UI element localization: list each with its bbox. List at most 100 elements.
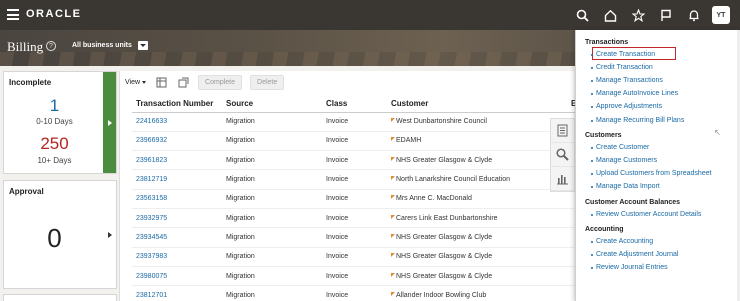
transaction-number-link[interactable]: 23961823 xyxy=(132,150,222,171)
col-class[interactable]: Class xyxy=(322,95,387,113)
flag-marker-icon xyxy=(391,291,395,296)
nav-link[interactable]: Create Accounting xyxy=(590,238,653,245)
table-row[interactable]: 23934545 Migration Invoice NHS Greater Glas… xyxy=(132,227,602,248)
transaction-number-link[interactable]: 23812719 xyxy=(132,169,222,190)
home-icon[interactable] xyxy=(600,5,620,25)
class-cell: Invoice xyxy=(322,247,387,267)
view-menu[interactable]: View xyxy=(125,79,147,86)
delete-button[interactable]: Delete xyxy=(250,74,285,90)
table-row[interactable]: 22416633 Migration Invoice West Dunbartonsh… xyxy=(132,112,602,132)
expand-tile-button[interactable] xyxy=(103,72,116,173)
transaction-number-link[interactable]: 23563158 xyxy=(132,189,222,209)
table-row[interactable]: 23563158 Migration Invoice Mrs Anne C. MacD… xyxy=(132,189,602,209)
incomplete-count-0-10[interactable]: 1 xyxy=(4,96,105,116)
nav-link[interactable]: Review Journal Entries xyxy=(591,264,668,271)
freeze-icon[interactable] xyxy=(154,75,168,89)
help-icon[interactable]: ? xyxy=(46,41,56,51)
menu-icon[interactable] xyxy=(7,9,19,20)
flag-marker-icon xyxy=(391,156,395,161)
user-avatar[interactable]: YT xyxy=(712,6,730,24)
nav-link[interactable]: Review Customer Account Details xyxy=(590,211,701,218)
source-cell: Migration xyxy=(222,150,322,171)
col-source[interactable]: Source xyxy=(222,95,322,113)
nav-link[interactable]: Manage Data Import xyxy=(591,183,660,190)
chevron-right-icon xyxy=(107,119,112,126)
nav-link[interactable]: Manage Transactions xyxy=(591,77,663,84)
approval-tile[interactable]: Approval 0 xyxy=(3,180,117,289)
document-icon[interactable] xyxy=(551,119,574,143)
transaction-number-link[interactable]: 23932975 xyxy=(132,208,222,229)
nav-section-title: Accounting xyxy=(585,226,624,234)
class-cell: Invoice xyxy=(322,189,387,209)
customer-cell: EDAMH xyxy=(387,131,567,152)
nav-link[interactable]: Manage Customers xyxy=(590,157,657,164)
detach-icon[interactable] xyxy=(176,75,190,89)
source-cell: Migration xyxy=(222,208,322,229)
nav-link[interactable]: Manage Recurring Bill Plans xyxy=(590,117,684,124)
table-toolbar: View Complete Delete xyxy=(120,71,575,93)
nav-link[interactable]: Create Customer xyxy=(590,144,649,151)
class-cell: Invoice xyxy=(322,266,387,287)
transaction-number-link[interactable]: 23934545 xyxy=(132,227,222,248)
bell-icon[interactable] xyxy=(684,5,704,25)
search-icon[interactable] xyxy=(572,5,592,25)
table-row[interactable]: 23980075 Migration Invoice NHS Greater Glas… xyxy=(132,266,602,287)
flag-marker-icon xyxy=(391,118,395,123)
incomplete-tile[interactable]: Incomplete 1 0-10 Days 250 10+ Days xyxy=(3,71,117,174)
customer-cell: Carers Link East Dunbartonshire xyxy=(387,208,567,229)
complete-button[interactable]: Complete xyxy=(198,74,243,90)
search-icon[interactable] xyxy=(551,143,574,167)
table-row[interactable]: 23937983 Migration Invoice NHS Greater Glas… xyxy=(132,247,602,267)
class-cell: Invoice xyxy=(322,150,387,171)
class-cell: Invoice xyxy=(322,285,387,301)
customer-name: NHS Greater Glasgow & Clyde xyxy=(396,233,493,241)
nav-link[interactable]: Manage AutoInvoice Lines xyxy=(590,90,678,97)
incomplete-count-10-plus[interactable]: 250 xyxy=(4,134,105,154)
navigator-drawer: ↖ Transactions Create Transaction Credit T… xyxy=(575,30,740,301)
customer-cell: NHS Greater Glasgow & Clyde xyxy=(387,247,567,267)
customer-name: Carers Link East Dunbartonshire xyxy=(396,214,498,222)
transactions-table: Transaction Number Source Class Customer… xyxy=(132,95,602,301)
table-row[interactable]: 23812719 Migration Invoice North Lanarkshir… xyxy=(132,169,602,190)
table-row[interactable]: 23966932 Migration Invoice EDAMH xyxy=(132,131,602,152)
col-transaction-number[interactable]: Transaction Number xyxy=(132,95,222,113)
transaction-number-link[interactable]: 23812701 xyxy=(132,285,222,301)
business-unit-dropdown[interactable] xyxy=(138,41,148,50)
next-tile[interactable] xyxy=(3,294,117,301)
flag-marker-icon xyxy=(391,253,395,258)
nav-link[interactable]: Upload Customers from Spreadsheet xyxy=(591,170,712,177)
nav-link[interactable]: Approve Adjustments xyxy=(590,103,662,110)
source-cell: Migration xyxy=(222,227,322,248)
banner-decoration xyxy=(0,52,575,66)
transaction-number-link[interactable]: 23937983 xyxy=(132,247,222,267)
chart-icon[interactable] xyxy=(551,167,574,191)
chevron-down-icon xyxy=(142,80,147,84)
source-cell: Migration xyxy=(222,189,322,209)
col-customer[interactable]: Customer xyxy=(387,95,567,113)
nav-link[interactable]: Create Adjustment Journal xyxy=(591,251,679,258)
table-header-row: Transaction Number Source Class Customer… xyxy=(132,95,602,113)
expand-tile-button[interactable] xyxy=(103,181,116,288)
flag-icon[interactable] xyxy=(656,5,676,25)
oracle-logo[interactable]: ORACLE xyxy=(26,8,81,20)
table-row[interactable]: 23961823 Migration Invoice NHS Greater Glas… xyxy=(132,150,602,171)
source-cell: Migration xyxy=(222,169,322,190)
approval-count[interactable]: 0 xyxy=(4,223,105,254)
chevron-right-icon xyxy=(107,231,112,238)
transaction-number-link[interactable]: 23966932 xyxy=(132,131,222,152)
class-cell: Invoice xyxy=(322,208,387,229)
incomplete-label-10-plus: 10+ Days xyxy=(37,156,72,165)
table-row[interactable]: 23812701 Migration Invoice Allander Indoor … xyxy=(132,285,602,301)
transaction-number-link[interactable]: 22416633 xyxy=(132,112,222,132)
tile-title: Incomplete xyxy=(9,78,52,87)
side-tools xyxy=(550,118,575,192)
class-cell: Invoice xyxy=(322,112,387,132)
global-header: ORACLE YT xyxy=(0,0,740,30)
table-row[interactable]: 23932975 Migration Invoice Carers Link East… xyxy=(132,208,602,229)
source-cell: Migration xyxy=(222,131,322,152)
transaction-number-link[interactable]: 23980075 xyxy=(132,266,222,287)
star-icon[interactable] xyxy=(628,5,648,25)
nav-link[interactable]: Create Transaction xyxy=(590,51,655,58)
nav-link[interactable]: Credit Transaction xyxy=(591,64,653,71)
customer-cell: Allander Indoor Bowling Club xyxy=(387,285,567,301)
